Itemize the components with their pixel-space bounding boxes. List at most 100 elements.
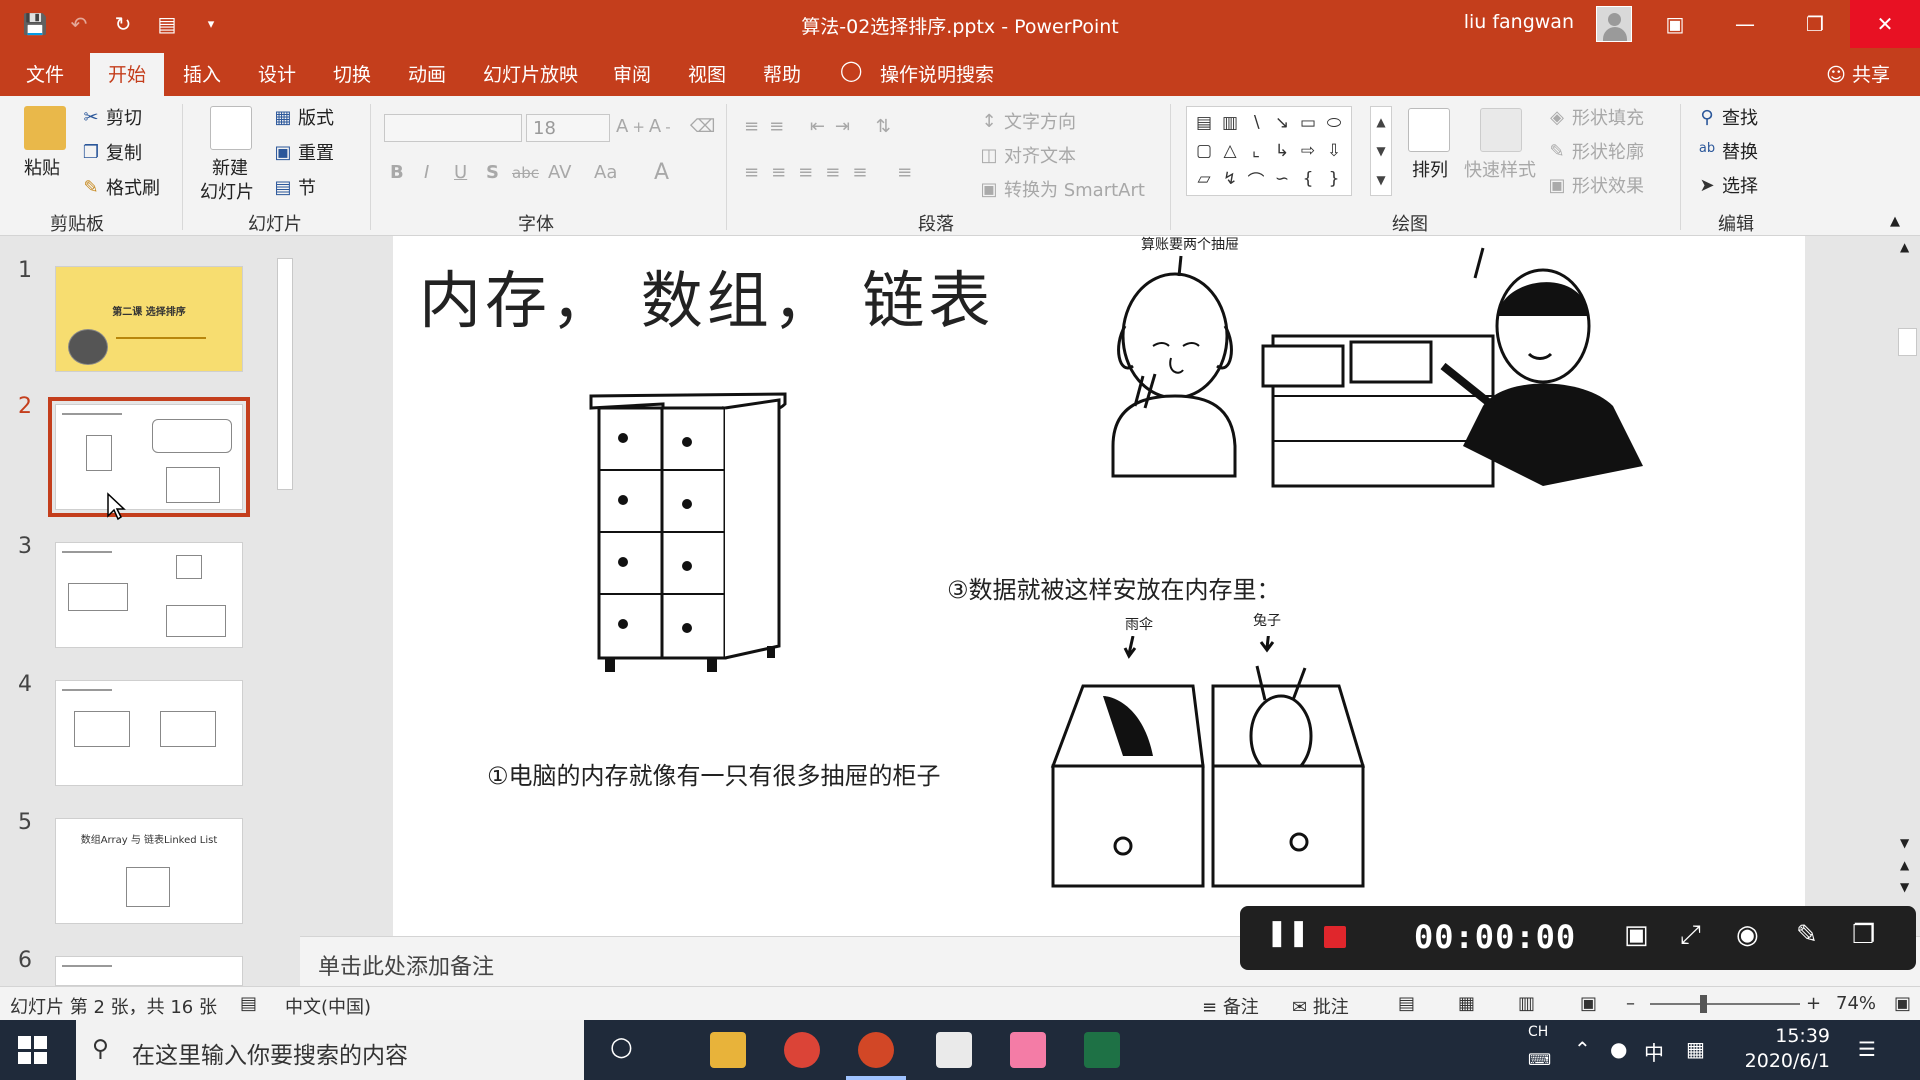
windows-start-icon[interactable] (18, 1036, 48, 1064)
caption-1[interactable]: ①电脑的内存就像有一只有很多抽屉的柜子 (487, 756, 941, 791)
copy-button[interactable]: ❐ 复制 (80, 139, 142, 165)
cortana-icon[interactable]: ○ (610, 1032, 633, 1062)
tab-view[interactable]: 视图 (688, 60, 726, 87)
list-buttons-icon[interactable]: ≡≡ ⇤⇥ ⇅ (744, 116, 901, 137)
font-color-button[interactable]: A (654, 160, 669, 185)
line-icon[interactable]: ∖ (1243, 109, 1269, 137)
tab-transitions[interactable]: 切换 (333, 60, 371, 87)
tab-review[interactable]: 审阅 (613, 60, 651, 87)
ime-keyboard-icon[interactable]: ⌨ (1528, 1050, 1551, 1069)
zoom-out-icon[interactable]: – (1626, 993, 1635, 1014)
reading-view-icon[interactable]: ▥ (1518, 993, 1535, 1014)
minimize-button[interactable]: — (1710, 0, 1780, 48)
tab-animations[interactable]: 动画 (408, 60, 446, 87)
oval-icon[interactable]: ⬭ (1321, 109, 1347, 137)
notepad-icon[interactable] (936, 1032, 972, 1068)
scroll-down-icon[interactable]: ▼ (1900, 836, 1909, 850)
zoom-slider-knob[interactable] (1700, 995, 1707, 1013)
close-button[interactable]: ✕ (1850, 0, 1920, 48)
triangle-icon[interactable]: △ (1217, 137, 1243, 165)
file-explorer-icon[interactable] (710, 1032, 746, 1068)
pause-icon[interactable]: ❚❚ (1266, 918, 1310, 948)
change-case-button[interactable]: Aa (594, 162, 617, 183)
stop-record-icon[interactable] (1324, 926, 1346, 948)
tab-design[interactable]: 设计 (258, 60, 296, 87)
ime-language[interactable]: CH (1528, 1024, 1548, 1040)
reset-button[interactable]: ▣ 重置 (272, 139, 334, 165)
shape-fill-button[interactable]: ◈ 形状填充 (1546, 104, 1644, 130)
comments-toggle[interactable]: ✉ 批注 (1292, 993, 1349, 1019)
user-avatar[interactable] (1596, 6, 1632, 42)
shapes-gallery-scroll[interactable]: ▲ ▼ ▼ (1370, 106, 1392, 196)
excel-icon[interactable] (1084, 1032, 1120, 1068)
tab-slideshow[interactable]: 幻灯片放映 (483, 60, 578, 87)
down-arrow-icon[interactable]: ⇩ (1321, 137, 1347, 165)
zoom-slider[interactable] (1650, 1003, 1800, 1005)
powerpoint-icon[interactable] (858, 1032, 894, 1068)
slide-title[interactable]: 内存， 数组， 链表 (419, 250, 994, 340)
chevron-up-icon[interactable]: ▲ (1376, 115, 1385, 129)
paste-button[interactable]: 粘贴 (24, 154, 60, 180)
align-buttons-icon[interactable]: ≡≡≡≡≡ ≡ (744, 162, 924, 183)
shadow-button[interactable]: S (486, 162, 499, 183)
restore-button[interactable]: ❐ (1780, 0, 1850, 48)
text-direction-button[interactable]: ↕ 文字方向 (978, 108, 1076, 134)
window-icon[interactable]: ❐ (1852, 920, 1875, 950)
shrink-icon[interactable]: ⤢ (1680, 920, 1701, 951)
italic-button[interactable]: I (424, 162, 429, 183)
slide-thumbnail-3[interactable] (55, 542, 243, 648)
slide-scrollbar[interactable]: ▲ ▼ ▲ ▼ (1895, 236, 1920, 986)
curve-icon[interactable]: ∽ (1269, 165, 1295, 193)
normal-view-icon[interactable]: ▤ (1398, 993, 1415, 1014)
slide-sorter-icon[interactable]: ▦ (1458, 993, 1475, 1014)
right-brace-icon[interactable]: } (1321, 165, 1347, 193)
replace-button[interactable]: ab 替换 (1696, 138, 1758, 164)
arrange-button[interactable]: 排列 (1412, 156, 1448, 182)
align-text-button[interactable]: ◫ 对齐文本 (978, 142, 1076, 168)
arc-icon[interactable]: ⌒ (1243, 165, 1269, 193)
notes-toggle[interactable]: ≡ 备注 (1202, 993, 1259, 1019)
underline-button[interactable]: U (454, 162, 467, 183)
vtextbox-icon[interactable]: ▥ (1217, 109, 1243, 137)
format-painter-button[interactable]: ✎ 格式刷 (80, 174, 160, 200)
more-icon[interactable]: ▼ (1376, 173, 1385, 187)
tab-help[interactable]: 帮助 (763, 60, 801, 87)
section-button[interactable]: ▤ 节 (272, 174, 316, 200)
slide-thumbnail-5[interactable]: 数组Array 与 链表Linked List (55, 818, 243, 924)
quick-styles-icon[interactable] (1480, 108, 1522, 152)
language-indicator[interactable]: 中文(中国) (285, 993, 371, 1019)
bold-button[interactable]: B (390, 162, 404, 183)
region-capture-icon[interactable]: ▣ (1624, 920, 1649, 950)
zoom-level[interactable]: 74% (1836, 993, 1876, 1014)
share-button[interactable]: ☺ 共享 (1826, 60, 1890, 87)
slideshow-view-icon[interactable]: ▣ (1580, 993, 1597, 1014)
layout-button[interactable]: ▦ 版式 (272, 104, 334, 130)
freeform-icon[interactable]: ▱ (1191, 165, 1217, 193)
taskbar-search-placeholder[interactable]: 在这里输入你要搜索的内容 (132, 1036, 408, 1070)
chrome-icon[interactable] (784, 1032, 820, 1068)
shapes-gallery[interactable]: ▤ ▥ ∖ ↘ ▭ ⬭ ▢ △ ⌞ ↳ ⇨ ⇩ ▱ ↯ ⌒ ∽{} (1186, 106, 1352, 196)
tab-file[interactable]: 文件 (26, 60, 64, 87)
zoom-in-icon[interactable]: + (1806, 993, 1821, 1014)
paste-icon[interactable] (24, 106, 66, 150)
rounded-rect-icon[interactable]: ▢ (1191, 137, 1217, 165)
shape-outline-button[interactable]: ✎ 形状轮廓 (1546, 138, 1644, 164)
thumbnail-scroll-thumb[interactable] (277, 258, 293, 490)
find-button[interactable]: ⚲ 查找 (1696, 104, 1758, 130)
notes-placeholder[interactable]: 单击此处添加备注 (318, 949, 494, 981)
tab-home[interactable]: 开始 (90, 53, 165, 96)
user-name[interactable]: liu fangwan (1464, 11, 1574, 33)
fit-slide-icon[interactable]: ▣ (1894, 993, 1911, 1014)
left-brace-icon[interactable]: { (1295, 165, 1321, 193)
taskbar-search-box[interactable]: ⚲ 在这里输入你要搜索的内容 (76, 1020, 584, 1080)
notifications-icon[interactable]: ☰ (1858, 1037, 1876, 1061)
slide-thumbnail-2[interactable] (48, 397, 250, 517)
caption-3[interactable]: ③数据就被这样安放在内存里： (947, 570, 1281, 605)
new-slide-icon[interactable] (210, 106, 252, 150)
ime-pinyin-icon[interactable]: ▦ (1686, 1037, 1705, 1061)
cut-button[interactable]: ✂ 剪切 (80, 104, 142, 130)
smartart-button[interactable]: ▣ 转换为 SmartArt (978, 176, 1144, 202)
lightning-icon[interactable]: ↯ (1217, 165, 1243, 193)
system-clock[interactable]: 15:39 2020/6/1 (1745, 1024, 1830, 1074)
textbox-icon[interactable]: ▤ (1191, 109, 1217, 137)
